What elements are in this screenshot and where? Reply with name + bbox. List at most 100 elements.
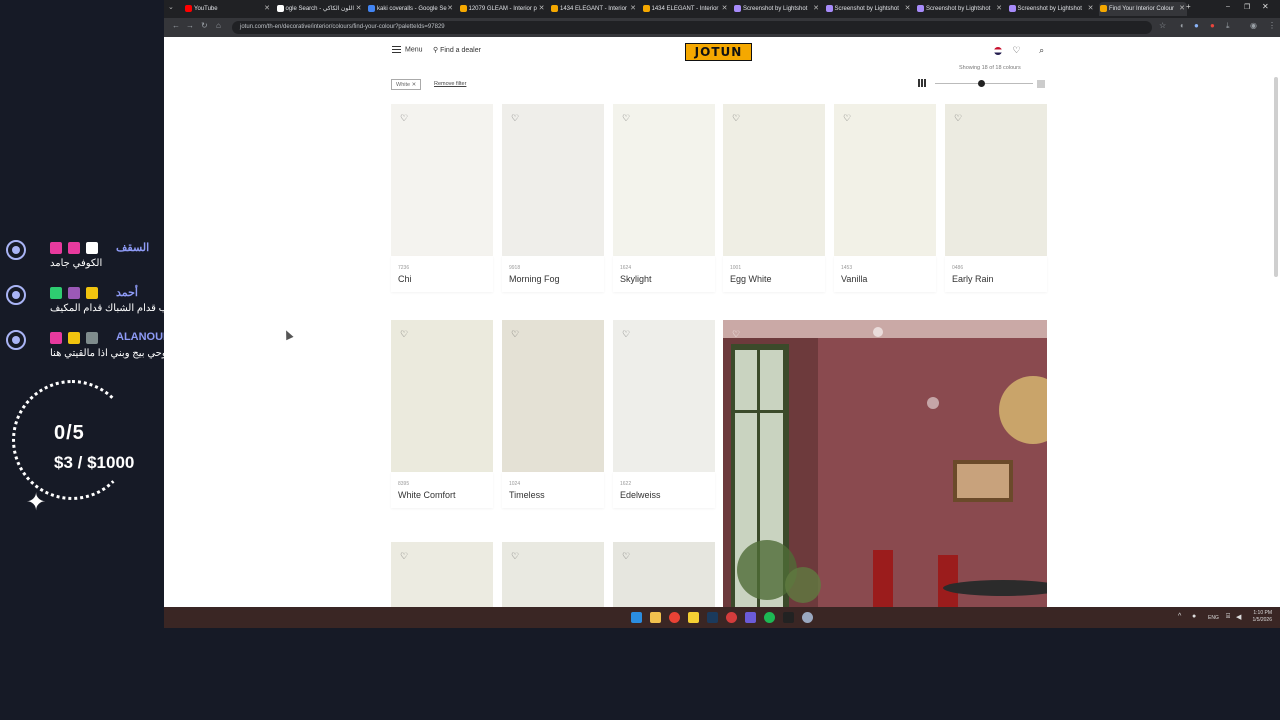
tab-close-icon[interactable]: ✕: [264, 2, 270, 16]
colour-card[interactable]: ♡: [613, 542, 715, 607]
scrollbar[interactable]: [1274, 77, 1278, 277]
chrome-icon[interactable]: [669, 612, 680, 623]
favorite-heart-icon[interactable]: ♡: [954, 113, 964, 123]
colour-card[interactable]: ♡ 9918 Morning Fog: [502, 104, 604, 292]
forward-icon[interactable]: →: [186, 21, 194, 30]
favorite-heart-icon[interactable]: ♡: [732, 113, 742, 123]
more-menu-icon[interactable]: ⋮: [1268, 21, 1276, 30]
close-window-icon[interactable]: ✕: [1262, 2, 1269, 11]
heart-icon[interactable]: ♡: [1013, 45, 1029, 55]
tab-close-icon[interactable]: ✕: [447, 2, 453, 16]
zoom-slider-handle[interactable]: [978, 80, 985, 87]
extension-red-icon[interactable]: ●: [1210, 21, 1215, 30]
extension-icon[interactable]: ◐: [1180, 21, 1185, 30]
large-grid-view-icon[interactable]: [1037, 80, 1045, 88]
tab-close-icon[interactable]: ✕: [539, 2, 545, 16]
back-icon[interactable]: ←: [172, 21, 180, 30]
tray-chevron-icon[interactable]: ^: [1178, 613, 1181, 620]
bookmark-star-icon[interactable]: ☆: [1159, 21, 1166, 30]
browser-tab[interactable]: 1434 ELEGANT - Interior ✕: [642, 2, 730, 16]
colour-card[interactable]: ♡ 0486 Early Rain: [945, 104, 1047, 292]
steam-icon[interactable]: [707, 612, 718, 623]
browser-tab[interactable]: Screenshot by Lightshot ✕: [1008, 2, 1096, 16]
colour-card[interactable]: ♡ 8395 White Comfort: [391, 320, 493, 508]
home-icon[interactable]: ⌂: [216, 21, 221, 30]
favorite-heart-icon[interactable]: ♡: [511, 329, 521, 339]
browser-tab[interactable]: 12079 GLEAM - Interior p ✕: [459, 2, 547, 16]
colour-card[interactable]: ♡: [391, 542, 493, 607]
clock[interactable]: 1:10 PM 1/5/2026: [1253, 610, 1272, 624]
colour-swatch[interactable]: [502, 320, 604, 472]
tab-close-icon[interactable]: ✕: [996, 2, 1002, 16]
avatar[interactable]: ◉: [1250, 21, 1257, 30]
profile-icon[interactable]: ●: [1194, 21, 1199, 30]
colour-swatch[interactable]: [945, 104, 1047, 256]
windows-start-icon[interactable]: [631, 612, 642, 623]
reload-icon[interactable]: ↻: [201, 21, 208, 30]
tab-close-icon[interactable]: ✕: [722, 2, 728, 16]
file-explorer-icon[interactable]: [650, 612, 661, 623]
tray-app-icon[interactable]: ●: [1192, 613, 1196, 620]
browser-tab[interactable]: ogle Search - اللون الكاكي ✕: [276, 2, 364, 16]
browser-tab[interactable]: Screenshot by Lightshot ✕: [825, 2, 913, 16]
favorite-heart-icon[interactable]: ♡: [622, 329, 632, 339]
sticky-notes-icon[interactable]: [688, 612, 699, 623]
search-icon[interactable]: ⌕: [1039, 45, 1052, 55]
favorite-heart-icon[interactable]: ♡: [622, 113, 632, 123]
minimize-icon[interactable]: –: [1226, 3, 1230, 10]
tab-search-icon[interactable]: ⌄: [168, 3, 174, 11]
promo-favorite-icon[interactable]: ♡: [732, 329, 742, 339]
favorite-heart-icon[interactable]: ♡: [400, 329, 410, 339]
colour-swatch[interactable]: [502, 104, 604, 256]
grid-view-icon[interactable]: [918, 79, 926, 87]
jotun-logo[interactable]: JOTUN: [685, 43, 752, 61]
maximize-icon[interactable]: ❐: [1244, 3, 1250, 11]
favorite-heart-icon[interactable]: ♡: [400, 551, 410, 561]
menu-button[interactable]: Menu: [392, 46, 423, 53]
colour-card[interactable]: ♡ 1453 Vanilla: [834, 104, 936, 292]
colour-card[interactable]: ♡ 1622 Edelweiss: [613, 320, 715, 508]
tab-close-icon[interactable]: ✕: [905, 2, 911, 16]
browser-tab[interactable]: Find Your Interior Colour ✕: [1099, 2, 1187, 16]
find-dealer-link[interactable]: ⚲ Find a dealer: [433, 46, 481, 54]
terminal-icon[interactable]: [783, 612, 794, 623]
colour-swatch[interactable]: [613, 320, 715, 472]
filter-chip-white[interactable]: White ✕: [391, 79, 422, 90]
volume-icon[interactable]: ◀: [1236, 613, 1241, 621]
colour-card[interactable]: ♡ 1001 Egg White: [723, 104, 825, 292]
settings-icon[interactable]: [802, 612, 813, 623]
new-tab-icon[interactable]: +: [1186, 2, 1191, 11]
colour-card[interactable]: ♡: [502, 542, 604, 607]
remove-filter-link[interactable]: Remove filter: [434, 81, 466, 87]
close-icon[interactable]: ✕: [412, 82, 417, 88]
tab-close-icon[interactable]: ✕: [356, 2, 362, 16]
tab-close-icon[interactable]: ✕: [813, 2, 819, 16]
tab-close-icon[interactable]: ✕: [1088, 2, 1094, 16]
network-icon[interactable]: ⌸: [1226, 613, 1230, 621]
colour-swatch[interactable]: [391, 104, 493, 256]
discord-icon[interactable]: [745, 612, 756, 623]
spotify-icon[interactable]: [764, 612, 775, 623]
favorite-heart-icon[interactable]: ♡: [511, 551, 521, 561]
colour-card[interactable]: ♡ 1024 Timeless: [502, 320, 604, 508]
colour-swatch[interactable]: [391, 320, 493, 472]
browser-tab[interactable]: kaki coveralls - Google Se ✕: [367, 2, 455, 16]
colour-card[interactable]: ♡ 7236 Chi: [391, 104, 493, 292]
favorite-heart-icon[interactable]: ♡: [400, 113, 410, 123]
address-input[interactable]: jotun.com/th-en/decorative/interior/colo…: [232, 21, 1152, 34]
app-red-icon[interactable]: [726, 612, 737, 623]
colour-card[interactable]: ♡ 1624 Skylight: [613, 104, 715, 292]
tab-close-icon[interactable]: ✕: [1179, 2, 1185, 16]
browser-tab[interactable]: 1434 ELEGANT - Interior ✕: [550, 2, 638, 16]
colour-swatch[interactable]: [834, 104, 936, 256]
favorite-heart-icon[interactable]: ♡: [511, 113, 521, 123]
favorite-heart-icon[interactable]: ♡: [622, 551, 632, 561]
tab-close-icon[interactable]: ✕: [630, 2, 636, 16]
favorite-heart-icon[interactable]: ♡: [843, 113, 853, 123]
downloads-icon[interactable]: ⤓: [1226, 21, 1230, 31]
thailand-flag-icon[interactable]: [994, 46, 1002, 55]
language-indicator[interactable]: ENG: [1208, 615, 1219, 621]
browser-tab[interactable]: YouTube ✕: [184, 2, 272, 16]
browser-tab[interactable]: Screenshot by Lightshot ✕: [733, 2, 821, 16]
browser-tab[interactable]: Screenshot by Lightshot ✕: [916, 2, 1004, 16]
